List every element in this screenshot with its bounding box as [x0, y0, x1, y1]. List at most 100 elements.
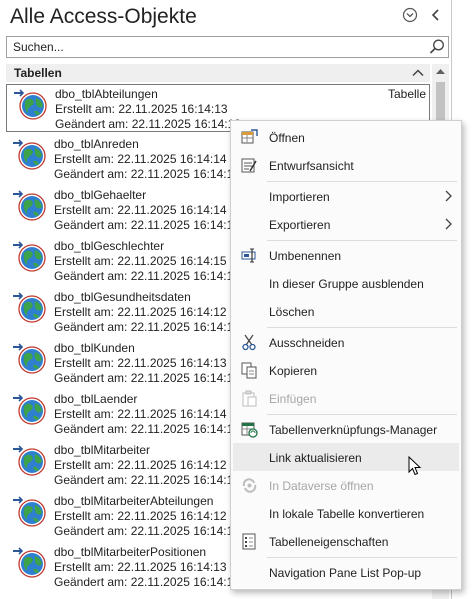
- menu-item-nav-pane-popup[interactable]: Navigation Pane List Pop-up: [233, 558, 459, 586]
- chevron-circle-down-icon: [402, 7, 418, 23]
- menu-item-cut[interactable]: Ausschneiden: [233, 328, 459, 356]
- item-text: dbo_tblLaender Erstellt am: 22.11.2025 16…: [54, 392, 240, 437]
- menu-item-design-view[interactable]: Entwurfsansicht: [233, 151, 459, 179]
- table-name: dbo_tblLaender: [54, 392, 138, 406]
- dataverse-icon: [242, 478, 257, 493]
- menu-item-copy[interactable]: Kopieren: [233, 356, 459, 384]
- menu-item-convert-to-local[interactable]: In lokale Tabelle konvertieren: [233, 499, 459, 527]
- item-text: dbo_tblAnreden Erstellt am: 22.11.2025 16…: [54, 137, 240, 182]
- scroll-up-arrow-icon[interactable]: [432, 64, 449, 80]
- item-text: dbo_tblGehaelter Erstellt am: 22.11.2025 …: [54, 188, 240, 233]
- created-date: Erstellt am: 22.11.2025 16:14:13: [54, 356, 227, 370]
- item-text: dbo_tblMitarbeiter Erstellt am: 22.11.202…: [54, 443, 240, 488]
- changed-date: Geändert am: 22.11.2025 16:14:12: [54, 524, 240, 538]
- changed-date: Geändert am: 22.11.2025 16:14:14: [54, 218, 240, 232]
- created-date: Erstellt am: 22.11.2025 16:14:14: [54, 203, 227, 217]
- item-text: dbo_tblGesundheitsdaten Erstellt am: 22.1…: [54, 290, 240, 335]
- linked-table-globe-icon: [13, 139, 46, 170]
- menu-item-open[interactable]: Öffnen: [233, 123, 459, 151]
- menu-label: Tabelleneigenschaften: [269, 535, 389, 549]
- menu-label: Tabellenverknüpfungs-Manager: [269, 423, 438, 437]
- menu-item-table-properties[interactable]: Tabelleneigenschaften: [233, 527, 459, 555]
- chevron-right-icon: [445, 218, 452, 230]
- menu-label: Entwurfsansicht: [269, 159, 354, 173]
- pane-title: Alle Access-Objekte: [10, 5, 197, 28]
- chevron-up-icon[interactable]: [410, 65, 426, 81]
- menu-label: Einfügen: [269, 392, 317, 406]
- table-name: dbo_tblAnreden: [54, 137, 139, 151]
- search-input[interactable]: [7, 37, 427, 57]
- menu-label: In Dataverse öffnen: [269, 479, 374, 493]
- collapse-pane-button[interactable]: [427, 6, 445, 24]
- chevron-right-icon: [445, 190, 452, 202]
- changed-date: Geändert am: 22.11.2025 16:14:12: [54, 320, 240, 334]
- menu-label: Umbenennen: [269, 249, 342, 263]
- changed-date: Geändert am: 22.11.2025 16:14:14: [54, 167, 240, 181]
- scissors-icon: [242, 334, 256, 351]
- context-menu: Öffnen Entwurfsansicht Importieren Expor…: [230, 120, 462, 590]
- table-name: dbo_tblMitarbeiterAbteilungen: [54, 494, 214, 508]
- linked-table-globe-icon: [13, 241, 46, 272]
- changed-date: Geändert am: 22.11.2025 16:14:14: [54, 422, 240, 436]
- table-name: dbo_tblMitarbeiter: [54, 443, 151, 457]
- paste-icon: [242, 390, 257, 407]
- menu-item-import[interactable]: Importieren: [233, 182, 459, 210]
- linked-table-globe-icon: [13, 496, 46, 527]
- menu-label: In lokale Tabelle konvertieren: [269, 507, 425, 521]
- linked-table-globe-icon: [13, 292, 46, 323]
- search-icon[interactable]: [428, 38, 446, 56]
- item-text: dbo_tblMitarbeiterAbteilungen Erstellt am…: [54, 494, 240, 539]
- changed-date: Geändert am: 22.11.2025 16:14:13: [54, 575, 240, 589]
- menu-label: Löschen: [269, 305, 315, 319]
- changed-date: Geändert am: 22.11.2025 16:14:13: [54, 371, 240, 385]
- table-name: dbo_tblAbteilungen: [55, 87, 158, 101]
- linked-table-globe-icon: [13, 547, 46, 578]
- menu-label: Importieren: [269, 190, 330, 204]
- item-text: dbo_tblMitarbeiterPositionen Erstellt am:…: [54, 545, 240, 590]
- open-table-icon: [241, 129, 258, 144]
- item-text: dbo_tblGeschlechter Erstellt am: 22.11.20…: [54, 239, 240, 284]
- created-date: Erstellt am: 22.11.2025 16:14:12: [54, 458, 227, 472]
- pane-header: Alle Access-Objekte: [0, 0, 452, 34]
- linked-table-globe-icon: [14, 89, 47, 120]
- table-name: dbo_tblGehaelter: [54, 188, 147, 202]
- table-name: dbo_tblKunden: [54, 341, 135, 355]
- menu-item-refresh-link[interactable]: Link aktualisieren: [233, 443, 459, 471]
- menu-item-export[interactable]: Exportieren: [233, 210, 459, 238]
- menu-item-hide-in-group[interactable]: In dieser Gruppe ausblenden: [233, 269, 459, 297]
- pane-options-button[interactable]: [401, 6, 419, 24]
- created-date: Erstellt am: 22.11.2025 16:14:12: [54, 305, 227, 319]
- changed-date: Geändert am: 22.11.2025 16:14:13: [55, 117, 241, 131]
- table-name: dbo_tblGeschlechter: [54, 239, 165, 253]
- created-date: Erstellt am: 22.11.2025 16:14:13: [54, 560, 227, 574]
- menu-label: Navigation Pane List Pop-up: [269, 566, 422, 580]
- menu-label: Öffnen: [269, 131, 305, 145]
- menu-label: Kopieren: [269, 364, 318, 378]
- menu-item-open-in-dataverse[interactable]: In Dataverse öffnen: [233, 471, 459, 499]
- group-label: Tabellen: [14, 66, 62, 80]
- chevron-left-icon: [431, 9, 439, 21]
- menu-item-paste[interactable]: Einfügen: [233, 384, 459, 412]
- table-name: dbo_tblGesundheitsdaten: [54, 290, 191, 304]
- group-header-tables[interactable]: Tabellen: [6, 64, 430, 82]
- menu-item-rename[interactable]: Umbenennen: [233, 241, 459, 269]
- created-date: Erstellt am: 22.11.2025 16:14:14: [54, 407, 227, 421]
- linked-table-globe-icon: [13, 394, 46, 425]
- rename-icon: [241, 248, 256, 263]
- copy-icon: [241, 362, 257, 379]
- properties-icon: [242, 533, 256, 550]
- created-date: Erstellt am: 22.11.2025 16:14:12: [54, 509, 227, 523]
- menu-item-linked-table-manager[interactable]: Tabellenverknüpfungs-Manager: [233, 415, 459, 443]
- item-text: dbo_tblKunden Erstellt am: 22.11.2025 16:…: [54, 341, 240, 386]
- menu-item-delete[interactable]: Löschen: [233, 297, 459, 325]
- item-text: dbo_tblAbteilungen Erstellt am: 22.11.202…: [55, 87, 241, 132]
- created-date: Erstellt am: 22.11.2025 16:14:13: [55, 102, 228, 116]
- created-date: Erstellt am: 22.11.2025 16:14:15: [54, 254, 227, 268]
- table-name: dbo_tblMitarbeiterPositionen: [54, 545, 207, 559]
- object-type: Tabelle: [387, 87, 426, 101]
- linked-table-manager-icon: [241, 422, 258, 438]
- changed-date: Geändert am: 22.11.2025 16:14:12: [54, 473, 240, 487]
- search-box: [6, 36, 449, 58]
- menu-label: Exportieren: [269, 218, 331, 232]
- design-view-icon: [241, 158, 257, 173]
